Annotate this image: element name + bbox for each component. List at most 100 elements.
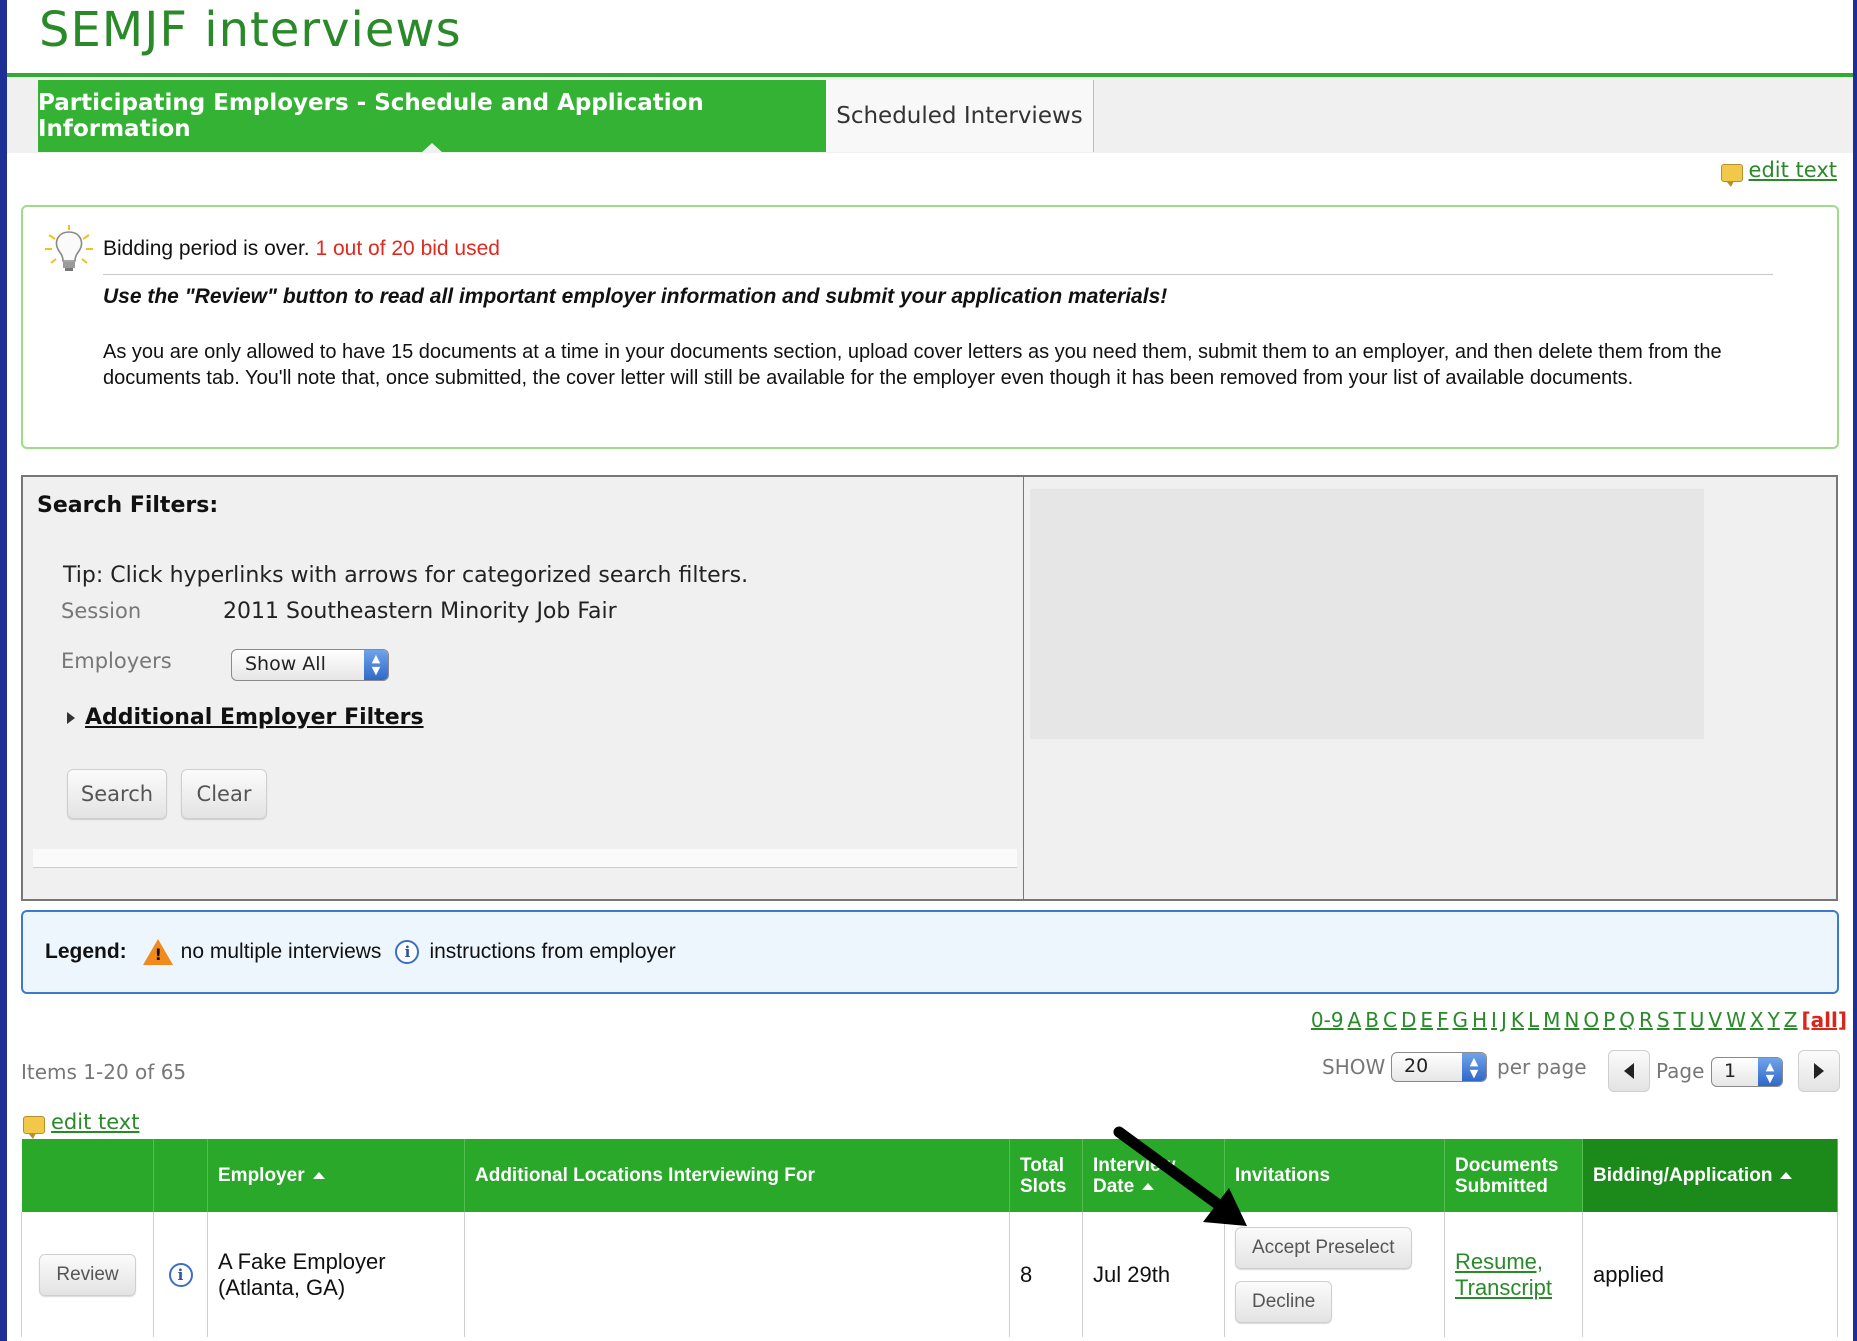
tab-scheduled-interviews[interactable]: Scheduled Interviews: [826, 80, 1094, 152]
alphabet-index: 0-9 A B C D E F G H I J K L M N O P Q R S T U V W X Y Z [all]: [1307, 1008, 1847, 1032]
alpha-link-y[interactable]: Y: [1768, 1008, 1780, 1032]
prev-page-button[interactable]: [1608, 1050, 1650, 1092]
note-icon: [23, 1115, 45, 1139]
invitations-cell: Accept Preselect Decline: [1224, 1212, 1445, 1337]
alpha-link-d[interactable]: D: [1401, 1008, 1416, 1032]
edit-text-link-top[interactable]: edit text: [1720, 158, 1837, 187]
header-invitations: Invitations: [1224, 1139, 1445, 1212]
alpha-link-k[interactable]: K: [1511, 1008, 1524, 1032]
edit-text-link-table[interactable]: edit text: [23, 1110, 140, 1139]
alpha-link-n[interactable]: N: [1564, 1008, 1579, 1032]
documents-cell: Resume, Transcript: [1444, 1212, 1583, 1337]
alpha-link-l[interactable]: L: [1528, 1008, 1539, 1032]
filters-tip: Tip: Click hyperlinks with arrows for ca…: [63, 563, 749, 588]
alpha-link-0-9[interactable]: 0-9: [1311, 1008, 1344, 1032]
bidding-status-text: Bidding period is over.: [103, 237, 310, 260]
employers-label: Employers: [61, 649, 172, 673]
alpha-link-e[interactable]: E: [1420, 1008, 1433, 1032]
header-employer-label: Employer: [218, 1165, 305, 1186]
arrow-left-icon: [1624, 1063, 1634, 1079]
page-title: SEMJF interviews: [39, 2, 462, 58]
alpha-link-h[interactable]: H: [1472, 1008, 1487, 1032]
header-employer[interactable]: Employer: [207, 1139, 465, 1212]
info-icon[interactable]: i: [168, 1262, 193, 1287]
warning-icon: [142, 939, 173, 965]
clear-button[interactable]: Clear: [181, 769, 267, 819]
header-bidding[interactable]: Bidding/Application: [1582, 1139, 1838, 1212]
alpha-link-g[interactable]: G: [1453, 1008, 1469, 1032]
per-page-select[interactable]: 20 ▲ ▼: [1391, 1052, 1487, 1082]
total-slots-cell: 8: [1009, 1212, 1083, 1337]
alpha-link-r[interactable]: R: [1639, 1008, 1653, 1032]
right-panel: [1023, 475, 1838, 901]
session-value: 2011 Southeastern Minority Job Fair: [223, 599, 617, 624]
page-select[interactable]: 1 ▲ ▼: [1711, 1057, 1783, 1087]
alpha-link-p[interactable]: P: [1603, 1008, 1615, 1032]
employer-cell: A Fake Employer (Atlanta, GA): [207, 1212, 465, 1337]
edit-text-label: edit text: [51, 1110, 140, 1134]
active-tab-indicator: [421, 143, 443, 153]
alpha-link-u[interactable]: U: [1690, 1008, 1705, 1032]
legend-label: Legend:: [45, 940, 127, 963]
arrow-right-icon: [1814, 1063, 1824, 1079]
info-divider: [103, 274, 1773, 275]
header-review: [21, 1139, 154, 1212]
search-button[interactable]: Search: [67, 769, 167, 819]
alpha-link-f[interactable]: F: [1437, 1008, 1449, 1032]
header-total-slots: Total Slots: [1009, 1139, 1083, 1212]
info-box: Bidding period is over. 1 out of 20 bid …: [21, 205, 1839, 449]
alpha-link-z[interactable]: Z: [1784, 1008, 1798, 1032]
page-value: 1: [1724, 1060, 1737, 1082]
select-stepper-icon: ▲ ▼: [1758, 1058, 1782, 1086]
alpha-link-o[interactable]: O: [1583, 1008, 1599, 1032]
per-page-label: per page: [1497, 1055, 1587, 1079]
next-page-button[interactable]: [1798, 1050, 1840, 1092]
alpha-link-w[interactable]: W: [1726, 1008, 1746, 1032]
header-info: [153, 1139, 208, 1212]
info-cell: i: [153, 1212, 208, 1337]
alpha-link-b[interactable]: B: [1365, 1008, 1379, 1032]
filters-heading: Search Filters:: [37, 493, 219, 518]
bidding-status: Bidding period is over. 1 out of 20 bid …: [103, 237, 500, 261]
transcript-link[interactable]: Transcript: [1455, 1275, 1552, 1300]
session-label: Session: [61, 599, 142, 623]
filters-footer-bar: [33, 849, 1017, 868]
expand-arrow-icon: [67, 712, 75, 724]
review-button[interactable]: Review: [39, 1253, 136, 1296]
alpha-link-x[interactable]: X: [1750, 1008, 1764, 1032]
review-instruction: Use the "Review" button to read all impo…: [103, 285, 1168, 308]
lightbulb-icon: [45, 225, 93, 271]
employers-select-value: Show All: [245, 653, 326, 675]
alpha-link-t[interactable]: T: [1674, 1008, 1686, 1032]
alpha-link-q[interactable]: Q: [1619, 1008, 1635, 1032]
documents-note: As you are only allowed to have 15 docum…: [103, 341, 1722, 389]
header-documents: Documents Submitted: [1444, 1139, 1583, 1212]
table-header-row: Employer Additional Locations Interviewi…: [21, 1139, 1838, 1212]
tab-participating-employers[interactable]: Participating Employers - Schedule and A…: [38, 80, 826, 153]
alpha-link-m[interactable]: M: [1543, 1008, 1560, 1032]
alpha-link-i[interactable]: I: [1491, 1008, 1497, 1032]
legend: Legend: no multiple interviews i instruc…: [21, 910, 1839, 994]
resume-link[interactable]: Resume,: [1455, 1249, 1543, 1274]
decline-button[interactable]: Decline: [1235, 1280, 1333, 1323]
accept-preselect-button[interactable]: Accept Preselect: [1235, 1226, 1412, 1269]
bid-used-count: 1 out of 20 bid used: [315, 237, 500, 260]
alpha-link-c[interactable]: C: [1383, 1008, 1397, 1032]
legend-warning-text: no multiple interviews: [180, 940, 382, 963]
employers-select[interactable]: Show All ▲ ▼: [231, 649, 389, 681]
search-filters-panel: Search Filters: Tip: Click hyperlinks wi…: [21, 475, 1027, 901]
sort-asc-icon: [312, 1172, 325, 1180]
select-stepper-icon: ▲ ▼: [364, 650, 388, 680]
sort-asc-icon: [1780, 1172, 1793, 1180]
tab-label: Participating Employers - Schedule and A…: [38, 90, 704, 142]
alpha-link-v[interactable]: V: [1708, 1008, 1722, 1032]
additional-filters-link[interactable]: Additional Employer Filters: [67, 705, 424, 730]
alpha-link-j[interactable]: J: [1501, 1008, 1507, 1032]
alpha-link-a[interactable]: A: [1348, 1008, 1362, 1032]
table-row: Review i A Fake Employer (Atlanta, GA) 8…: [21, 1212, 1838, 1337]
alpha-link-all[interactable]: [all]: [1802, 1008, 1848, 1032]
page: SEMJF interviews Participating Employers…: [7, 0, 1853, 1341]
note-icon: [1720, 163, 1743, 187]
alpha-link-s[interactable]: S: [1657, 1008, 1670, 1032]
empty-placeholder: [1030, 489, 1704, 739]
